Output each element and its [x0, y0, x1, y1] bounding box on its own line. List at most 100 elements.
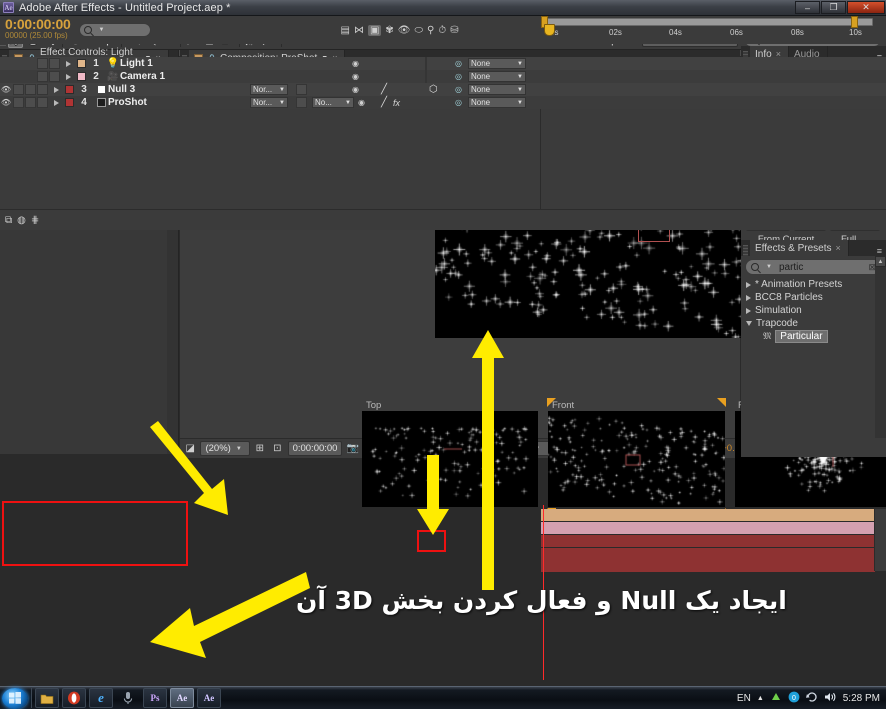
viewer-timecode[interactable]: 0:00:00:00: [287, 441, 343, 456]
panel-grip[interactable]: [743, 245, 748, 256]
grid-guides-icon[interactable]: ⊡: [270, 441, 284, 456]
internet-explorer-taskbar-button[interactable]: e: [89, 688, 113, 708]
panel-menu-icon[interactable]: ≡: [877, 246, 886, 256]
layer-bar-light[interactable]: [541, 509, 875, 521]
layer-bar-null[interactable]: [541, 535, 875, 547]
show-hidden-icons-icon[interactable]: ▲: [757, 695, 764, 702]
table-row[interactable]: 👁 3 Null 3 Nor... ▼ ◉ ╱ ⬡ ◎ None ▼: [0, 83, 886, 96]
layer-name[interactable]: Null 3: [108, 84, 135, 95]
table-row[interactable]: 1 💡 Light 1 ◉ ◎ None ▼: [0, 57, 886, 70]
expand-layer-icon[interactable]: [54, 86, 59, 93]
tab-effects-presets[interactable]: Effects & Presets ×: [750, 240, 849, 256]
parent-select[interactable]: None ▼: [468, 84, 526, 95]
layer-label-color[interactable]: [65, 98, 74, 107]
motion-blur-icon[interactable]: ▣: [367, 24, 382, 36]
lock-switch[interactable]: [37, 97, 48, 108]
auto-keyframe-icon[interactable]: ⏱: [438, 25, 446, 36]
effects-search-input[interactable]: ▼ partic ⊠: [745, 259, 882, 275]
quality-switch[interactable]: ╱: [381, 97, 387, 108]
start-button[interactable]: [2, 687, 28, 709]
solo-switch[interactable]: [37, 71, 48, 82]
lock-switch[interactable]: [49, 71, 60, 82]
timeline-timecode[interactable]: 0:00:00:00: [5, 17, 71, 31]
explorer-taskbar-button[interactable]: [35, 688, 59, 708]
effects-row-simulation[interactable]: Simulation: [741, 304, 886, 317]
graph-editor-icon[interactable]: ✾: [385, 25, 393, 36]
top-viewport[interactable]: [362, 411, 538, 507]
tray-icon-sync[interactable]: [805, 691, 818, 706]
shy-switch[interactable]: ◉: [352, 59, 359, 68]
close-icon[interactable]: ×: [836, 243, 841, 253]
parent-pick-whip[interactable]: ◎: [455, 98, 462, 107]
layer-name[interactable]: Camera 1: [120, 71, 165, 82]
audio-switch[interactable]: [13, 84, 24, 95]
audio-switch[interactable]: [13, 97, 24, 108]
photoshop-taskbar-button[interactable]: Ps: [143, 688, 167, 708]
video-switch[interactable]: 👁: [0, 85, 12, 94]
media-taskbar-button[interactable]: [116, 688, 140, 708]
shy-icon[interactable]: 👁: [398, 25, 411, 36]
shy-switch[interactable]: ◉: [358, 98, 365, 107]
track-matte-select[interactable]: No... ▼: [312, 97, 354, 108]
layer-label-color[interactable]: [77, 72, 86, 81]
parent-pick-whip[interactable]: ◎: [455, 72, 462, 81]
lock-switch[interactable]: [37, 84, 48, 95]
layer-name[interactable]: ProShot: [108, 97, 147, 108]
minimize-button[interactable]: –: [795, 1, 820, 14]
effects-row-bcc8-particles[interactable]: BCC8 Particles: [741, 291, 886, 304]
expand-layer-icon[interactable]: [54, 99, 59, 106]
close-button[interactable]: ✕: [847, 1, 885, 14]
shy-switch[interactable]: ◉: [352, 72, 359, 81]
tray-icon-volume[interactable]: [824, 691, 837, 706]
video-switch[interactable]: 👁: [0, 98, 12, 107]
layer-label-color[interactable]: [77, 59, 86, 68]
clock[interactable]: 5:28 PM: [843, 693, 880, 704]
preserve-transparency-switch[interactable]: [296, 97, 307, 108]
collapse-transformations-icon[interactable]: ⬭: [415, 25, 424, 36]
expand-layer-icon[interactable]: [66, 60, 71, 67]
blend-mode-select[interactable]: Nor... ▼: [250, 97, 288, 108]
table-row[interactable]: 👁 4 ProShot Nor... ▼ No... ▼ ◉ ╱ fx ◎ No…: [0, 96, 886, 109]
maximize-button[interactable]: ❐: [821, 1, 846, 14]
tray-icon-network[interactable]: [770, 691, 782, 706]
chevron-right-icon[interactable]: [746, 294, 751, 301]
live-update-icon[interactable]: ▤: [341, 25, 350, 36]
blend-mode-select[interactable]: Nor... ▼: [250, 84, 288, 95]
comp-render-icon[interactable]: ◍: [17, 215, 26, 226]
layer-bar-camera[interactable]: [541, 522, 875, 534]
parent-select[interactable]: None ▼: [468, 71, 526, 82]
scroll-up-icon[interactable]: ▲: [875, 256, 886, 267]
effects-row-animation-presets[interactable]: * Animation Presets: [741, 278, 886, 291]
after-effects-taskbar-button[interactable]: Ae: [170, 688, 194, 708]
layer-name[interactable]: Light 1: [120, 58, 153, 69]
draft-3d-icon[interactable]: ⋈: [354, 25, 364, 36]
effects-switch[interactable]: fx: [393, 98, 400, 108]
brainstorm-icon[interactable]: ⚲: [427, 25, 434, 36]
shy-switch[interactable]: ◉: [352, 85, 359, 94]
layer-bar-proshot[interactable]: [541, 548, 875, 560]
parent-select[interactable]: None ▼: [468, 58, 526, 69]
three-d-switch[interactable]: [425, 57, 427, 70]
table-row[interactable]: 2 🎥 Camera 1 ◉ ◎ None ▼: [0, 70, 886, 83]
front-viewport[interactable]: [548, 411, 725, 507]
toggle-switches-modes-icon[interactable]: ⧉: [5, 215, 12, 226]
language-indicator[interactable]: EN: [737, 693, 751, 704]
parent-select[interactable]: None ▼: [468, 97, 526, 108]
three-d-switch[interactable]: ⬡: [429, 84, 438, 95]
timeline-ruler[interactable]: 0s 02s 04s 06s 08s 10s: [541, 16, 876, 44]
effects-scrollbar[interactable]: ▲: [875, 256, 886, 438]
layer-label-color[interactable]: [65, 85, 74, 94]
timeline-stretch-icon[interactable]: ⋕: [31, 215, 39, 226]
chevron-down-icon[interactable]: ▼: [99, 27, 105, 33]
solo-switch[interactable]: [25, 97, 36, 108]
parent-pick-whip[interactable]: ◎: [455, 85, 462, 94]
solo-switch[interactable]: [25, 84, 36, 95]
work-area-bar[interactable]: [543, 18, 873, 26]
after-effects-2-taskbar-button[interactable]: Ae: [197, 688, 221, 708]
work-area-end-handle[interactable]: [851, 16, 858, 28]
effects-row-trapcode[interactable]: Trapcode: [741, 317, 886, 330]
opera-taskbar-button[interactable]: [62, 688, 86, 708]
parent-pick-whip[interactable]: ◎: [455, 59, 462, 68]
three-d-switch[interactable]: [425, 70, 427, 83]
solo-switch[interactable]: [37, 58, 48, 69]
